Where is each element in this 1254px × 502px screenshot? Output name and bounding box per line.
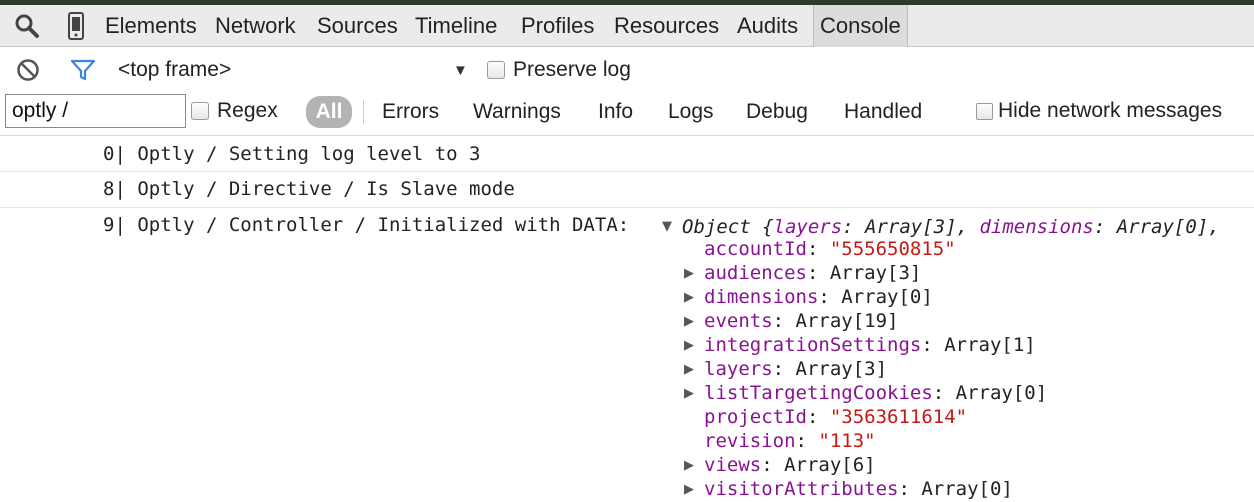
level-warnings-button[interactable]: Warnings xyxy=(473,92,561,132)
tab-timeline[interactable]: Timeline xyxy=(415,5,497,47)
frame-selector[interactable]: <top frame> xyxy=(118,48,231,92)
filter-icon[interactable] xyxy=(70,48,96,92)
console-message: 0| Optly / Setting log level to 3 xyxy=(0,136,1254,172)
object-property[interactable]: events: Array[19] xyxy=(704,310,898,332)
hide-network-checkbox[interactable] xyxy=(976,102,993,120)
frame-selector-label: <top frame> xyxy=(118,58,232,81)
tab-elements[interactable]: Elements xyxy=(105,5,197,47)
expand-triangle-icon[interactable]: ▶ xyxy=(684,386,694,401)
toolbar-divider xyxy=(363,100,364,124)
console-message-object: 9| Optly / Controller / Initialized with… xyxy=(0,208,1254,502)
expand-triangle-icon[interactable]: ▶ xyxy=(684,266,694,281)
object-summary[interactable]: Object {layers: Array[3], dimensions: Ar… xyxy=(682,216,1220,238)
filter-bar: Regex All Errors Warnings Info Logs Debu… xyxy=(0,92,1254,136)
expand-triangle-icon[interactable]: ▶ xyxy=(684,482,694,497)
tab-network[interactable]: Network xyxy=(215,5,296,47)
object-property[interactable]: listTargetingCookies: Array[0] xyxy=(704,382,1047,404)
object-property[interactable]: visitorAttributes: Array[0] xyxy=(704,478,1013,500)
object-property[interactable]: audiences: Array[3] xyxy=(704,262,921,284)
clear-console-icon[interactable] xyxy=(16,48,40,92)
console-message-text: 9| Optly / Controller / Initialized with… xyxy=(103,214,630,236)
object-property: revision: "113" xyxy=(704,430,876,452)
filter-input[interactable] xyxy=(5,94,186,128)
tab-console[interactable]: Console xyxy=(813,5,908,47)
regex-label: Regex xyxy=(217,99,278,122)
expand-triangle-icon[interactable]: ▼ xyxy=(662,219,672,234)
search-icon[interactable] xyxy=(10,5,44,47)
regex-toggle[interactable]: Regex xyxy=(191,92,278,130)
level-debug-button[interactable]: Debug xyxy=(746,92,808,132)
object-property[interactable]: layers: Array[3] xyxy=(704,358,887,380)
console-message-text: 0| Optly / Setting log level to 3 xyxy=(103,143,481,165)
expand-triangle-icon[interactable]: ▶ xyxy=(684,338,694,353)
console-output: 0| Optly / Setting log level to 3 8| Opt… xyxy=(0,136,1254,502)
level-info-button[interactable]: Info xyxy=(598,92,633,132)
chevron-down-icon[interactable]: ▼ xyxy=(453,48,468,92)
level-errors-button[interactable]: Errors xyxy=(382,92,439,132)
object-property[interactable]: integrationSettings: Array[1] xyxy=(704,334,1036,356)
expand-triangle-icon[interactable]: ▶ xyxy=(684,458,694,473)
object-property: accountId: "555650815" xyxy=(704,238,956,260)
level-all-button[interactable]: All xyxy=(306,96,352,128)
tab-resources[interactable]: Resources xyxy=(614,5,719,47)
expand-triangle-icon[interactable]: ▶ xyxy=(684,290,694,305)
hide-network-toggle[interactable]: Hide network messages xyxy=(976,92,1222,130)
preserve-log-toggle[interactable]: Preserve log xyxy=(487,48,631,92)
preserve-log-label: Preserve log xyxy=(513,58,631,81)
tab-sources[interactable]: Sources xyxy=(317,5,398,47)
object-property[interactable]: views: Array[6] xyxy=(704,454,876,476)
console-message: 8| Optly / Directive / Is Slave mode xyxy=(0,172,1254,208)
tab-profiles[interactable]: Profiles xyxy=(521,5,594,47)
object-property[interactable]: dimensions: Array[0] xyxy=(704,286,933,308)
tab-audits[interactable]: Audits xyxy=(737,5,798,47)
expand-triangle-icon[interactable]: ▶ xyxy=(684,362,694,377)
object-property: projectId: "3563611614" xyxy=(704,406,968,428)
level-logs-button[interactable]: Logs xyxy=(668,92,714,132)
console-toolbar: <top frame> ▼ Preserve log xyxy=(0,48,1254,92)
regex-checkbox[interactable] xyxy=(191,102,209,120)
expand-triangle-icon[interactable]: ▶ xyxy=(684,314,694,329)
console-message-text: 8| Optly / Directive / Is Slave mode xyxy=(103,178,515,200)
level-handled-button[interactable]: Handled xyxy=(844,92,922,132)
devtools-tabbar: Elements Network Sources Timeline Profil… xyxy=(0,5,1254,47)
hide-network-label: Hide network messages xyxy=(998,99,1223,122)
preserve-log-checkbox[interactable] xyxy=(487,61,505,79)
device-mode-icon[interactable] xyxy=(64,5,88,47)
